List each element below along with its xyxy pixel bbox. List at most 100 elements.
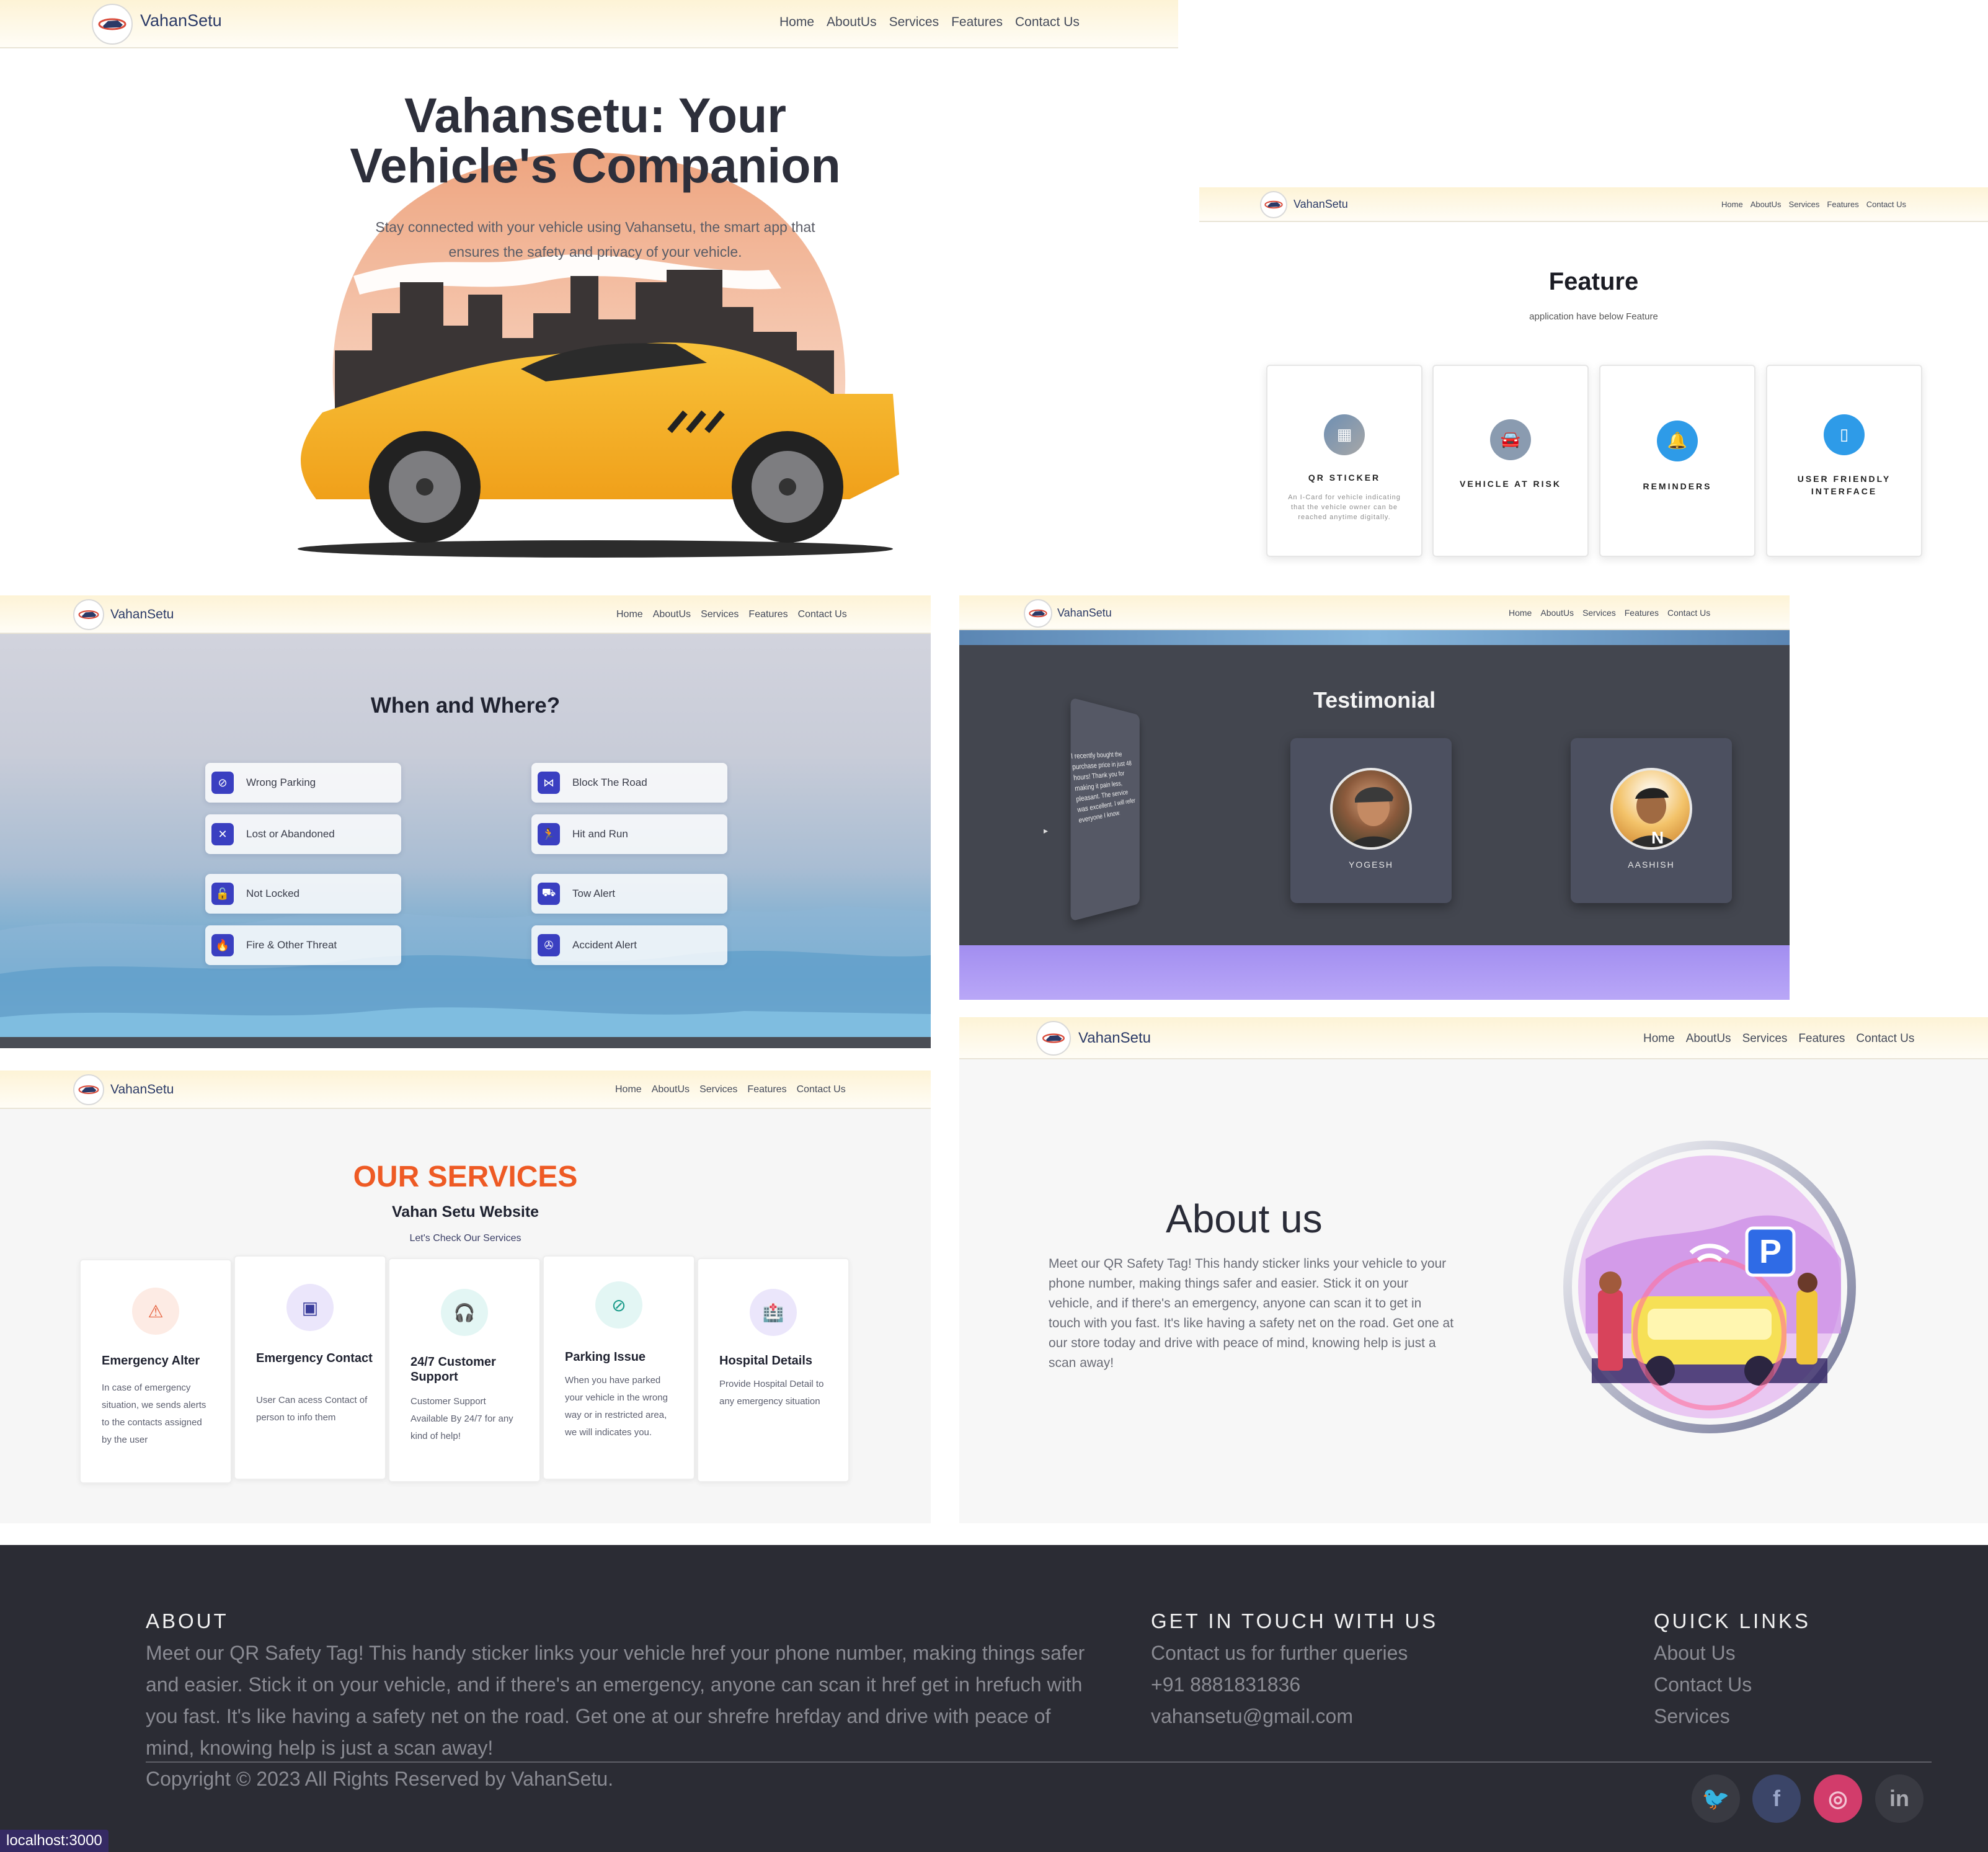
nav-services[interactable]: Services (1582, 608, 1616, 618)
alert-wrong-parking[interactable]: ⊘ Wrong Parking (205, 763, 401, 803)
alert-hit-run[interactable]: 🏃 Hit and Run (531, 814, 727, 854)
logo[interactable] (73, 599, 104, 630)
brand-name[interactable]: VahanSetu (110, 1082, 174, 1097)
carousel-prev-icon[interactable]: ▸ (1044, 826, 1048, 836)
alert-block-road[interactable]: ⋈ Block The Road (531, 763, 727, 803)
nav-home[interactable]: Home (1509, 608, 1532, 618)
footer: ABOUT Meet our QR Safety Tag! This handy… (0, 1545, 1988, 1852)
logo[interactable] (1036, 1021, 1071, 1056)
service-card-emergency-contact[interactable]: ▣ Emergency Contact User Can acess Conta… (234, 1255, 386, 1480)
nav-aboutus[interactable]: AboutUs (1751, 200, 1782, 209)
footer-phone[interactable]: +91 8881831836 (1151, 1669, 1300, 1701)
nav-services[interactable]: Services (1789, 200, 1820, 209)
nav-contact[interactable]: Contact Us (797, 1084, 846, 1095)
linkedin-icon[interactable]: in (1875, 1774, 1924, 1823)
logo[interactable] (73, 1074, 104, 1105)
feature-card-risk[interactable]: 🚘 VEHICLE AT RISK (1432, 365, 1589, 557)
feature-card-reminders[interactable]: 🔔 REMINDERS (1599, 365, 1755, 557)
about-text: Meet our QR Safety Tag! This handy stick… (1049, 1257, 1454, 1370)
twitter-icon[interactable]: 🐦 (1692, 1774, 1740, 1823)
nav-features[interactable]: Features (1827, 200, 1858, 209)
nav-links: Home AboutUs Services Features Contact U… (1721, 200, 1906, 209)
nav-services[interactable]: Services (1742, 1032, 1788, 1046)
features-title: Feature (1548, 268, 1639, 295)
nav-aboutus[interactable]: AboutUs (653, 609, 691, 620)
brand-name[interactable]: VahanSetu (1057, 607, 1112, 620)
testimonial-quote-card[interactable]: I recently bought the purchase price in … (1070, 697, 1140, 922)
phone-icon: ▯ (1824, 414, 1865, 455)
services-subtitle: Vahan Setu Website (391, 1203, 539, 1221)
nav-home[interactable]: Home (616, 609, 643, 620)
nav-links: Home AboutUs Services Features Contact U… (616, 609, 847, 620)
testimonial-name: YOGESH (1349, 860, 1393, 870)
alert-fire[interactable]: 🔥 Fire & Other Threat (205, 925, 401, 965)
nav-contact[interactable]: Contact Us (1015, 15, 1080, 30)
accident-icon: ✇ (538, 934, 560, 956)
nav-home[interactable]: Home (615, 1084, 642, 1095)
brand-name[interactable]: VahanSetu (1078, 1030, 1151, 1047)
nav-features[interactable]: Features (1798, 1032, 1845, 1046)
avatar (1330, 768, 1412, 850)
nav-services[interactable]: Services (701, 609, 739, 620)
car-logo-icon (78, 1085, 99, 1094)
service-card-support[interactable]: 🎧 24/7 Customer Support Customer Support… (388, 1258, 541, 1482)
nav-features[interactable]: Features (951, 15, 1003, 30)
status-bar-url: localhost:3000 (0, 1830, 109, 1852)
logo[interactable] (1260, 191, 1287, 218)
brand-name[interactable]: VahanSetu (1294, 198, 1348, 211)
nav-services[interactable]: Services (889, 15, 939, 30)
nav-services[interactable]: Services (699, 1084, 737, 1095)
nav-home[interactable]: Home (1643, 1032, 1675, 1046)
no-parking-icon: ⊘ (211, 772, 234, 794)
nav-contact[interactable]: Contact Us (798, 609, 847, 620)
nav-links: Home AboutUs Services Features Contact U… (1643, 1032, 1914, 1046)
facebook-icon[interactable]: f (1752, 1774, 1801, 1823)
car-logo-icon (78, 610, 99, 619)
alert-tow[interactable]: ⛟ Tow Alert (531, 874, 727, 914)
footer-email[interactable]: vahansetu@gmail.com (1151, 1701, 1353, 1732)
nav-home[interactable]: Home (1721, 200, 1743, 209)
service-card-emergency-alert[interactable]: ⚠ Emergency Alter In case of emergency s… (79, 1259, 232, 1484)
instagram-icon[interactable]: ◎ (1814, 1774, 1862, 1823)
about-panel: VahanSetu Home AboutUs Services Features… (959, 1017, 1988, 1523)
when-where-title: When and Where? (370, 693, 561, 718)
nav-contact[interactable]: Contact Us (1866, 200, 1906, 209)
nav-features[interactable]: Features (1625, 608, 1659, 618)
nav-aboutus[interactable]: AboutUs (1540, 608, 1574, 618)
logo[interactable] (1024, 599, 1052, 628)
about-title: About us (1166, 1196, 1323, 1241)
footer-links-heading: QUICK LINKS (1654, 1609, 1811, 1632)
footer-link-contact[interactable]: Contact Us (1654, 1669, 1752, 1701)
nav-contact[interactable]: Contact Us (1667, 608, 1710, 618)
alert-not-locked[interactable]: 🔓 Not Locked (205, 874, 401, 914)
parking-sign-icon: P (1759, 1233, 1782, 1270)
lost-icon: ✕ (211, 823, 234, 845)
nav-aboutus[interactable]: AboutUs (652, 1084, 690, 1095)
footer-copyright: Copyright © 2023 All Rights Reserved by … (146, 1768, 614, 1790)
footer-link-about[interactable]: About Us (1654, 1637, 1736, 1669)
service-card-hospital[interactable]: 🏥 Hospital Details Provide Hospital Deta… (697, 1258, 850, 1482)
nav-aboutus[interactable]: AboutUs (1686, 1032, 1731, 1046)
testimonial-card-aashish[interactable]: N AASHISH (1571, 738, 1732, 903)
logo[interactable] (92, 4, 133, 45)
nav-home[interactable]: Home (779, 15, 814, 30)
footer-link-services[interactable]: Services (1654, 1701, 1730, 1732)
brand-name[interactable]: VahanSetu (140, 11, 222, 30)
alert-accident[interactable]: ✇ Accident Alert (531, 925, 727, 965)
feature-card-qr[interactable]: ▦ QR STICKER An I-Card for vehicle indic… (1266, 365, 1422, 557)
hero-title: Vahansetu: Your Vehicle's Companion (350, 87, 841, 193)
nav-contact[interactable]: Contact Us (1856, 1032, 1914, 1046)
navbar: VahanSetu Home AboutUs Services Features… (1199, 187, 1988, 222)
lock-icon: 🔓 (211, 883, 234, 905)
nav-features[interactable]: Features (747, 1084, 786, 1095)
service-card-parking[interactable]: ⊘ Parking Issue When you have parked you… (543, 1255, 695, 1480)
nav-aboutus[interactable]: AboutUs (827, 15, 877, 30)
testimonial-card-yogesh[interactable]: YOGESH (1290, 738, 1452, 903)
nav-features[interactable]: Features (748, 609, 788, 620)
brand-name[interactable]: VahanSetu (110, 607, 174, 622)
features-panel: VahanSetu Home AboutUs Services Features… (1199, 187, 1988, 566)
feature-card-interface[interactable]: ▯ USER FRIENDLY INTERFACE (1766, 365, 1922, 557)
headset-icon: 🎧 (441, 1289, 488, 1336)
car-logo-icon (1042, 1033, 1065, 1043)
alert-lost[interactable]: ✕ Lost or Abandoned (205, 814, 401, 854)
